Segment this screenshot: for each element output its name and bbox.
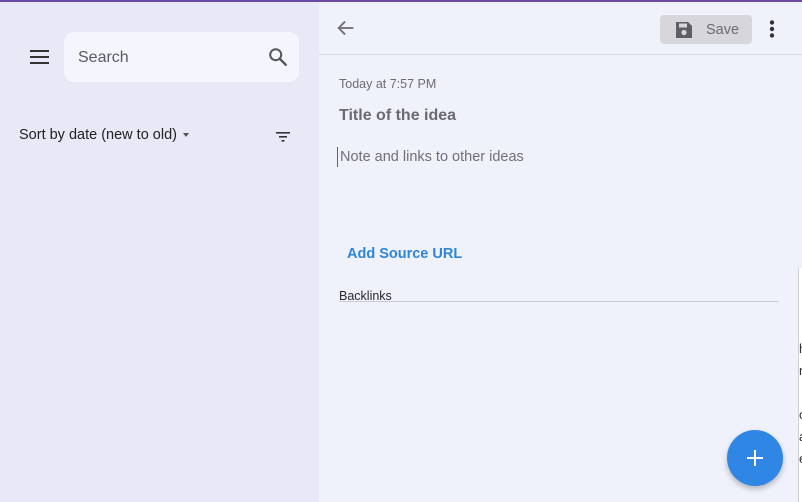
floppy-disk-icon [676,21,692,38]
background-window-edge: h n c a e [798,268,802,502]
save-button[interactable]: Save [660,15,752,44]
note-input[interactable]: Note and links to other ideas [337,147,524,167]
arrow-back-icon[interactable] [335,17,357,39]
sort-label: Sort by date (new to old) [19,127,177,143]
more-options-button[interactable] [762,17,782,41]
menu-button[interactable] [24,42,54,72]
search-input[interactable] [76,32,260,84]
editor-panel: Save Today at 7:57 PM Title of the idea … [319,2,802,502]
menu-icon [29,50,49,64]
sidebar: Sort by date (new to old) [0,2,319,502]
add-icon [747,450,763,466]
timestamp: Today at 7:57 PM [339,77,437,91]
filter-button[interactable] [272,126,294,148]
title-input[interactable]: Title of the idea [339,107,456,125]
editor-header: Save [319,2,802,55]
save-label: Save [706,21,740,38]
add-idea-fab[interactable] [727,430,783,486]
add-source-url-button[interactable]: Add Source URL [347,246,462,262]
filter-icon [276,132,290,142]
caret-down-icon [182,133,189,137]
search-box [64,32,299,84]
backlinks-divider [339,301,779,302]
sort-dropdown[interactable]: Sort by date (new to old) [19,127,189,143]
more-vert-icon [769,20,775,38]
search-icon[interactable] [267,46,289,68]
